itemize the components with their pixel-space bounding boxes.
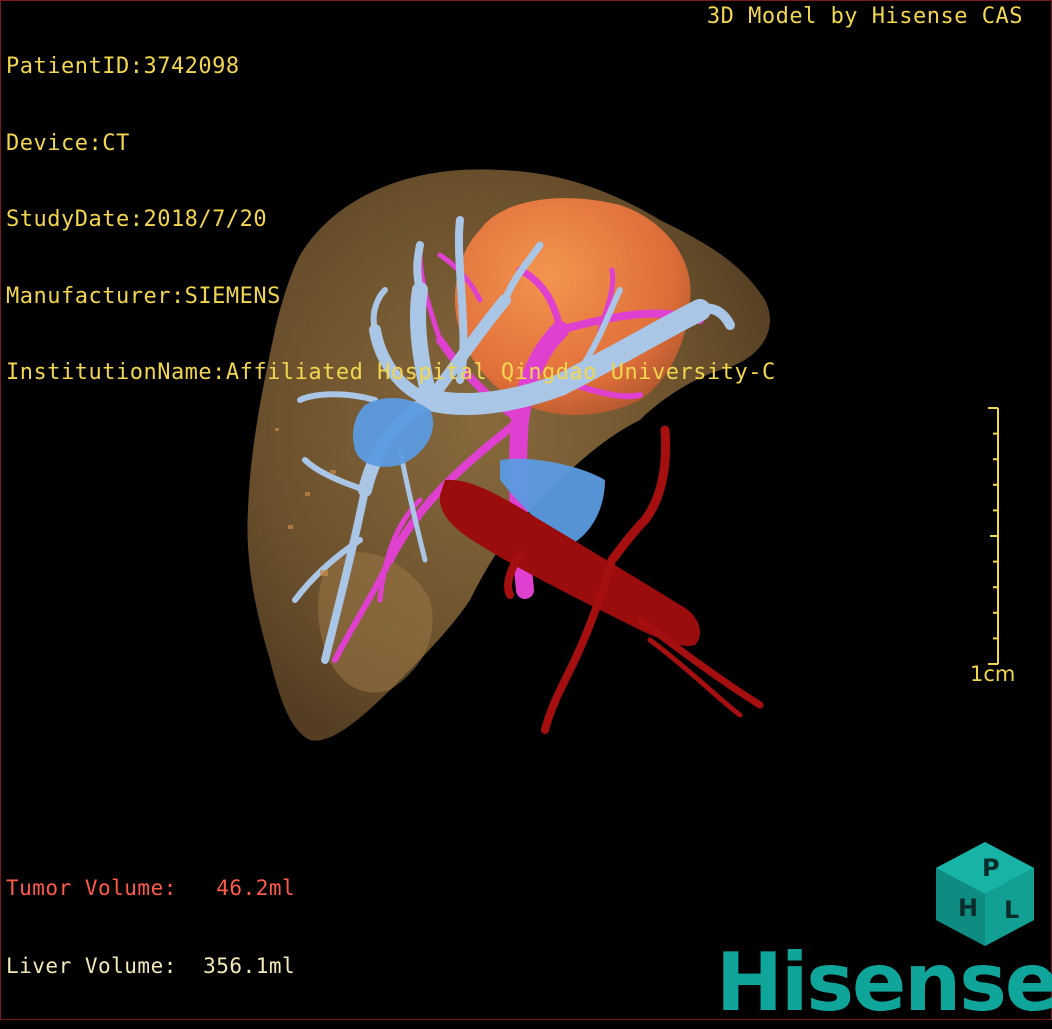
device-label: Device:CT — [6, 130, 130, 156]
patient-info-panel: PatientID:3742098 Device:CT StudyDate:20… — [6, 3, 776, 411]
scale-bar — [988, 407, 999, 665]
orientation-cube-icon[interactable]: H P L — [930, 838, 1040, 948]
institution-name-label: InstitutionName:Affiliated Hospital Qing… — [6, 360, 776, 385]
cube-face-p: P — [982, 854, 1000, 882]
cube-face-h: H — [958, 894, 978, 922]
liver-volume-label: Liver Volume: 356.1ml — [6, 954, 296, 978]
hisense-logo: Hisense — [716, 936, 1052, 1029]
cube-face-l: L — [1004, 896, 1019, 924]
study-date-label: StudyDate:2018/7/20 — [6, 207, 268, 232]
manufacturer-label: Manufacturer:SIEMENS — [6, 283, 281, 309]
scale-bar-label: 1cm — [970, 662, 1016, 686]
tumor-volume-label: Tumor Volume: 46.2ml — [6, 876, 296, 900]
model-credit-label: 3D Model by Hisense CAS — [706, 4, 1023, 29]
volume-panel: Tumor Volume: 46.2ml Liver Volume: 356.1… — [6, 823, 295, 1005]
patient-id-label: PatientID:3742098 — [6, 54, 240, 79]
